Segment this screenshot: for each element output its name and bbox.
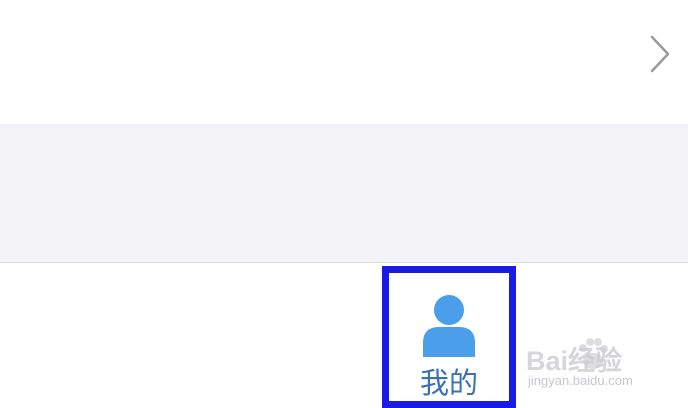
section-separator — [0, 124, 688, 262]
tab-mine[interactable]: 我的 — [382, 266, 516, 408]
user-icon — [423, 295, 475, 357]
tab-mine-label: 我的 — [419, 366, 478, 400]
bottom-tab-bar: 我的 Bai经验 jingyan.baidu.com — [0, 263, 688, 408]
app-screen: 我的 Bai经验 jingyan.baidu.com — [0, 0, 688, 408]
watermark-url: jingyan.baidu.com — [528, 373, 633, 388]
baidu-jingyan-watermark: Bai经验 jingyan.baidu.com — [526, 335, 676, 395]
settings-list-row[interactable] — [0, 0, 688, 124]
chevron-right-icon — [650, 35, 670, 73]
